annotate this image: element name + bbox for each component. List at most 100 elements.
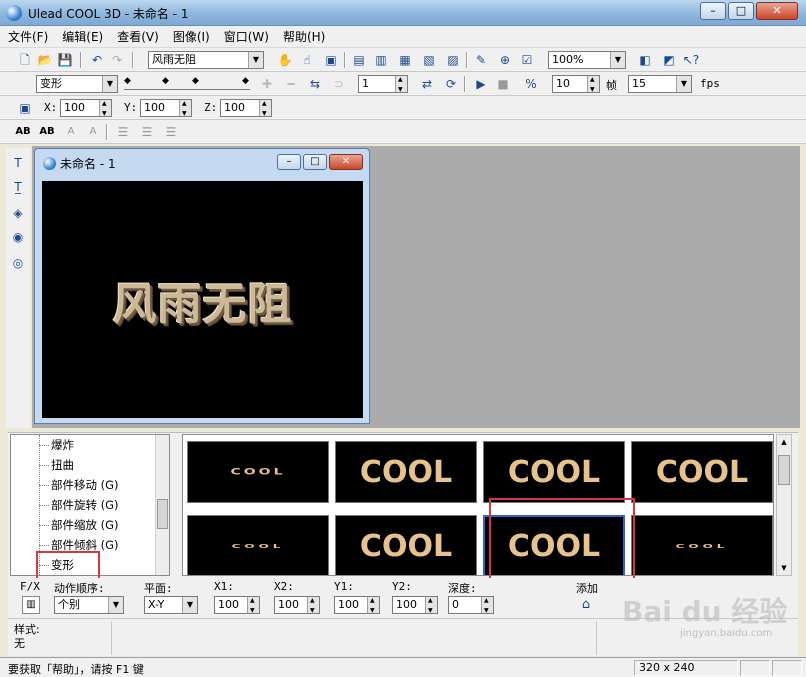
- image-library-icon[interactable]: ◧: [636, 51, 654, 69]
- menu-window[interactable]: 窗口(W): [224, 28, 269, 45]
- font-size-up-icon[interactable]: AB: [14, 123, 32, 141]
- separator: [464, 76, 466, 92]
- close-button[interactable]: ✕: [756, 2, 798, 20]
- remove-keyframe-icon[interactable]: ━: [282, 75, 300, 93]
- document-window: 未命名 - 1 – □ ✕ 风雨无阻: [34, 148, 370, 424]
- 3d-text-object[interactable]: 风雨无阻: [42, 181, 363, 418]
- play-icon[interactable]: ▶: [472, 75, 490, 93]
- effect-thumb-6[interactable]: COOL: [335, 515, 477, 575]
- add-label: 添加: [576, 582, 598, 595]
- globe-icon[interactable]: ⊕: [496, 51, 514, 69]
- chevron-down-icon: ▼: [610, 52, 625, 68]
- menu-help[interactable]: 帮助(H): [283, 28, 325, 45]
- effect-thumb-5[interactable]: COOL: [187, 515, 329, 575]
- plane-label: 平面:: [144, 582, 173, 595]
- keyframe-start-icon: ◆: [124, 76, 131, 86]
- text-object-select[interactable]: 风雨无阻 ▼: [148, 51, 264, 69]
- view-bottom-icon[interactable]: ▨: [444, 51, 462, 69]
- x2-input[interactable]: 100: [274, 593, 320, 619]
- effect-thumb-3[interactable]: COOL: [483, 441, 625, 503]
- doc-minimize-button[interactable]: –: [277, 154, 301, 170]
- tree-item-part-scale[interactable]: 部件缩放 (G): [51, 516, 119, 534]
- effect-select[interactable]: 变形 ▼: [36, 75, 118, 93]
- tree-item-explode[interactable]: 爆炸: [51, 436, 74, 454]
- insert-shape-icon[interactable]: ◈: [9, 204, 27, 222]
- add-to-gallery-icon[interactable]: ⌂: [576, 596, 596, 614]
- gallery-scrollbar[interactable]: ▲ ▼: [776, 434, 792, 576]
- add-keyframe-icon[interactable]: ✚: [258, 75, 276, 93]
- y-input[interactable]: 100: [140, 96, 192, 122]
- undo-icon[interactable]: ↶: [88, 51, 106, 69]
- edit-text-icon[interactable]: T̲: [9, 178, 27, 196]
- fps-select[interactable]: 15 ▼: [628, 75, 692, 93]
- insert-text-icon[interactable]: T: [9, 154, 27, 172]
- cycle-icon[interactable]: ⟳: [442, 75, 460, 93]
- insert-object-icon[interactable]: ◉: [9, 228, 27, 246]
- export-icon[interactable]: ◩: [660, 51, 678, 69]
- status-cell-empty: [740, 660, 770, 676]
- speed-percent-icon[interactable]: %: [522, 75, 540, 93]
- position-toolbar: ▣ X: 100 Y: 100 Z: 100: [0, 96, 806, 122]
- x-input[interactable]: 100: [60, 96, 112, 122]
- loop-icon[interactable]: ⇄: [418, 75, 436, 93]
- scroll-up-icon[interactable]: ▲: [777, 435, 791, 449]
- render-icon[interactable]: ✎: [472, 51, 490, 69]
- y1-input[interactable]: 100: [334, 593, 380, 619]
- rotate-hand-icon[interactable]: ☝: [298, 51, 316, 69]
- hand-pan-icon[interactable]: ✋: [276, 51, 294, 69]
- menu-image[interactable]: 图像(I): [173, 28, 210, 45]
- y2-input[interactable]: 100: [392, 593, 438, 619]
- font-size-down-icon[interactable]: AB: [38, 123, 56, 141]
- tree-item-twist[interactable]: 扭曲: [51, 456, 74, 474]
- tree-item-part-rotate[interactable]: 部件旋转 (G): [51, 496, 119, 514]
- align-left-icon[interactable]: ☰: [114, 123, 132, 141]
- scroll-down-icon[interactable]: ▼: [777, 561, 791, 575]
- new-file-icon[interactable]: 🗋: [16, 51, 34, 69]
- view-side-icon[interactable]: ▦: [396, 51, 414, 69]
- view-front-icon[interactable]: ▤: [350, 51, 368, 69]
- context-help-icon[interactable]: ↖?: [682, 51, 700, 69]
- plane-select[interactable]: X-Y ▼: [144, 596, 198, 614]
- redo-icon[interactable]: ↷: [108, 51, 126, 69]
- z-input[interactable]: 100: [220, 96, 272, 122]
- effect-thumb-8[interactable]: COOL: [631, 515, 773, 575]
- menu-edit[interactable]: 编辑(E): [62, 28, 103, 45]
- save-icon[interactable]: 💾: [56, 51, 74, 69]
- view-back-icon[interactable]: ▧: [420, 51, 438, 69]
- stop-icon[interactable]: ■: [494, 75, 512, 93]
- open-file-icon[interactable]: 📂: [36, 51, 54, 69]
- position-tool-icon[interactable]: ▣: [16, 99, 34, 117]
- menu-file[interactable]: 文件(F): [8, 28, 48, 45]
- doc-maximize-button[interactable]: □: [303, 154, 327, 170]
- tree-item-part-move[interactable]: 部件移动 (G): [51, 476, 119, 494]
- effect-thumb-2[interactable]: COOL: [335, 441, 477, 503]
- render-canvas[interactable]: 风雨无阻: [42, 181, 363, 418]
- previous-icon[interactable]: ⊃: [330, 75, 348, 93]
- view-top-icon[interactable]: ▥: [372, 51, 390, 69]
- effect-thumb-4[interactable]: COOL: [631, 441, 773, 503]
- doc-close-button[interactable]: ✕: [329, 154, 363, 170]
- reverse-icon[interactable]: ⇆: [306, 75, 324, 93]
- timeline-slider[interactable]: ◆ ◆ ◆ ◆: [124, 76, 250, 90]
- status-cell-empty: [772, 660, 802, 676]
- align-center-icon[interactable]: ☰: [138, 123, 156, 141]
- lathe-object-icon[interactable]: ◎: [9, 254, 27, 272]
- fx-toggle-icon[interactable]: ▥: [22, 596, 40, 614]
- speed-input[interactable]: 10: [552, 72, 600, 98]
- status-bar: 要获取「帮助」，请按 F1 键 320 x 240: [0, 657, 806, 677]
- tree-scrollbar[interactable]: [155, 435, 169, 575]
- zoom-select[interactable]: 100% ▼: [548, 51, 626, 69]
- x1-input[interactable]: 100: [214, 593, 260, 619]
- line-spacing-icon[interactable]: A: [84, 123, 102, 141]
- order-select[interactable]: 个别 ▼: [54, 596, 124, 614]
- maximize-button[interactable]: □: [728, 2, 754, 20]
- fit-object-icon[interactable]: ▣: [322, 51, 340, 69]
- char-spacing-icon[interactable]: A: [62, 123, 80, 141]
- effect-thumb-1[interactable]: COOL: [187, 441, 329, 503]
- frame-number-input[interactable]: 1: [358, 72, 408, 98]
- checkbox-toggle-icon[interactable]: ☑: [518, 51, 536, 69]
- minimize-button[interactable]: –: [700, 2, 726, 20]
- align-right-icon[interactable]: ☰: [162, 123, 180, 141]
- menu-view[interactable]: 查看(V): [117, 28, 159, 45]
- depth-input[interactable]: 0: [448, 593, 494, 619]
